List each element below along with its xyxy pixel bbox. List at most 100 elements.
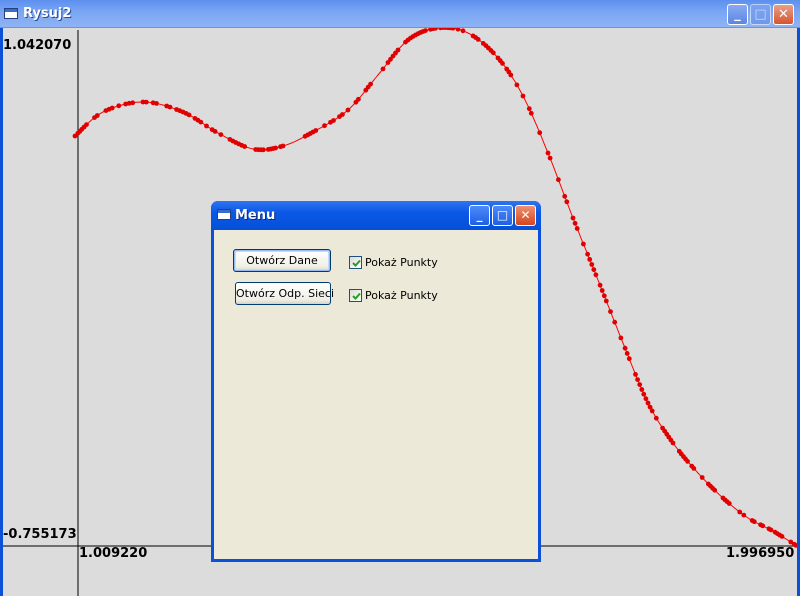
checkbox-1-box[interactable] (349, 256, 362, 269)
data-point (368, 81, 373, 87)
data-point (116, 103, 122, 109)
data-point (779, 534, 785, 539)
data-point (167, 104, 173, 110)
data-point (670, 440, 676, 446)
data-point (143, 99, 149, 105)
data-point (198, 119, 204, 125)
dialog-maximize-button[interactable]: □ (492, 205, 513, 226)
dialog-app-icon (217, 209, 231, 220)
data-point (500, 61, 505, 66)
data-point (639, 387, 645, 392)
data-point (637, 382, 643, 387)
data-point (645, 400, 651, 406)
data-point (593, 272, 599, 278)
open-data-button[interactable]: Otwórz Dane (233, 249, 331, 272)
menu-body: Otwórz Dane Otwórz Odp. Sieci Pokaż Punk… (214, 230, 538, 559)
x-min-label: 1.009220 (79, 546, 148, 561)
data-point (685, 459, 690, 464)
checkbox-2-label: Pokaż Punkty (365, 289, 438, 302)
close-button[interactable]: ✕ (773, 4, 794, 25)
data-point (587, 257, 593, 262)
data-point (649, 408, 655, 414)
data-point (273, 145, 278, 151)
dialog-minimize-button[interactable]: _ (469, 205, 490, 226)
data-point (585, 251, 590, 257)
data-point (130, 100, 136, 106)
data-point (490, 50, 496, 56)
minimize-button[interactable]: _ (727, 4, 748, 25)
data-point (280, 143, 286, 149)
data-point (597, 282, 603, 288)
data-point (581, 241, 586, 247)
data-point (380, 66, 386, 72)
data-point (572, 220, 578, 226)
data-point (768, 527, 774, 533)
data-point (589, 262, 595, 267)
data-point (603, 298, 609, 304)
check-icon (352, 259, 361, 267)
data-point (562, 193, 568, 199)
data-point (622, 345, 628, 351)
data-point (450, 28, 456, 31)
x-max-label: 1.996950 (726, 546, 795, 561)
check-icon (352, 292, 361, 300)
data-point (626, 356, 632, 362)
data-point (612, 319, 618, 325)
menu-titlebar[interactable]: Menu _ □ ✕ (211, 201, 541, 230)
data-point (212, 129, 218, 134)
data-point (154, 101, 159, 106)
data-point (699, 475, 705, 480)
data-point (741, 512, 747, 518)
data-point (591, 267, 597, 272)
data-point (345, 107, 351, 113)
main-window: Rysuj2 _ □ ✕ 1.042070 -0.755173 1.009220… (0, 0, 800, 596)
data-point (608, 309, 613, 314)
data-point (455, 28, 461, 32)
data-point (737, 509, 743, 515)
data-point (261, 147, 266, 153)
data-point (423, 28, 428, 33)
main-titlebar[interactable]: Rysuj2 _ □ ✕ (0, 0, 800, 28)
data-point (633, 372, 638, 377)
data-point (570, 215, 576, 221)
data-point (109, 105, 115, 111)
data-point (322, 123, 327, 129)
y-max-label: 1.042070 (3, 38, 72, 53)
show-points-checkbox-1[interactable]: Pokaż Punkty (349, 255, 449, 271)
data-point (760, 523, 766, 529)
data-point (643, 396, 649, 402)
data-point (340, 112, 345, 117)
data-point (635, 377, 640, 382)
data-point (751, 519, 757, 525)
window-app-icon (4, 8, 18, 19)
data-point (599, 288, 605, 293)
data-point (475, 37, 481, 42)
data-point (508, 72, 514, 78)
data-point (331, 118, 336, 123)
data-point (520, 93, 526, 99)
dialog-title: Menu (235, 208, 276, 223)
data-point (547, 155, 553, 161)
checkbox-2-box[interactable] (349, 289, 362, 302)
data-point (653, 415, 659, 421)
data-point (218, 132, 224, 137)
data-point (528, 110, 534, 116)
data-point (618, 335, 624, 341)
menu-dialog: Menu _ □ ✕ Otwórz Dane Otwórz Odp. Sieci… (211, 201, 541, 562)
data-point (204, 123, 209, 129)
data-point (356, 96, 361, 102)
show-points-checkbox-2[interactable]: Pokaż Punkty (349, 288, 449, 304)
open-net-response-button[interactable]: Otwórz Odp. Sieci (235, 282, 334, 305)
maximize-button[interactable]: □ (750, 4, 771, 25)
data-point (242, 144, 248, 149)
data-point (726, 501, 732, 506)
dialog-close-button[interactable]: ✕ (515, 205, 536, 226)
data-point (574, 226, 580, 231)
data-point (186, 112, 192, 118)
data-point (601, 293, 607, 299)
data-point (313, 128, 319, 133)
checkbox-1-label: Pokaż Punkty (365, 256, 438, 269)
data-point (712, 487, 718, 493)
data-point (564, 199, 570, 205)
data-point (624, 351, 630, 356)
